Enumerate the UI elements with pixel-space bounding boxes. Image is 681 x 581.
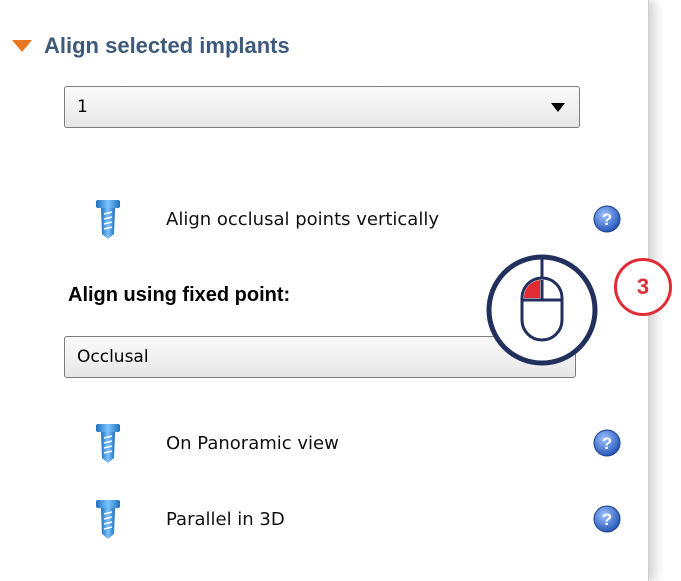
align-vertical-row: Align occlusal points vertically ? [0,194,640,244]
chevron-down-icon[interactable] [551,102,565,112]
parallel-3d-button[interactable]: Parallel in 3D [166,509,285,530]
svg-text:?: ? [602,434,612,453]
align-vertical-button[interactable]: Align occlusal points vertically [166,209,439,230]
implant-icon[interactable] [90,498,126,540]
help-icon[interactable]: ? [592,428,622,458]
fixed-point-value: Occlusal [77,347,149,367]
on-panoramic-button[interactable]: On Panoramic view [166,433,339,454]
help-icon[interactable]: ? [592,504,622,534]
implant-icon[interactable] [90,198,126,240]
fixed-point-label: Align using fixed point: [68,284,291,306]
triangle-down-icon[interactable] [12,40,32,52]
mouse-left-click-icon [486,254,598,366]
implant-icon[interactable] [90,422,126,464]
on-panoramic-row: On Panoramic view ? [0,418,640,468]
implant-number-value: 1 [77,97,88,117]
parallel-3d-row: Parallel in 3D ? [0,494,640,544]
section-title: Align selected implants [44,33,290,58]
help-icon[interactable]: ? [592,204,622,234]
svg-text:?: ? [602,510,612,529]
step-number-badge: 3 [614,258,672,316]
svg-text:?: ? [602,210,612,229]
section-header[interactable]: Align selected implants [8,28,290,64]
implant-number-select[interactable]: 1 [64,86,580,128]
